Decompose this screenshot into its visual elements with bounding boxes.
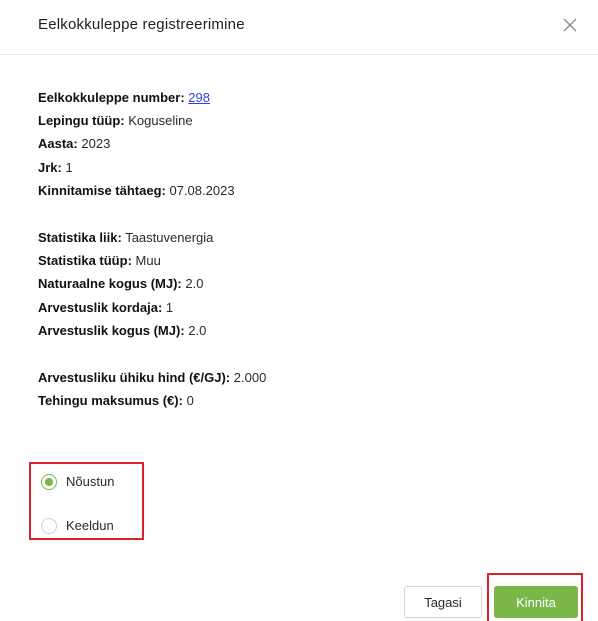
detail-label: Kinnitamise tähtaeg: (38, 182, 166, 198)
detail-stat-type: Statistika tüüp: Muu (38, 249, 558, 272)
detail-value: 2.000 (233, 369, 267, 385)
detail-stat-kind: Statistika liik: Taastuvenergia (38, 226, 558, 249)
detail-value: 2.0 (188, 322, 207, 338)
detail-year: Aasta: 2023 (38, 132, 558, 155)
detail-agreement-number: Eelkokkuleppe number: 298 (38, 86, 558, 109)
detail-contract-type: Lepingu tüüp: Koguseline (38, 109, 558, 132)
detail-label: Aasta: (38, 136, 78, 152)
confirm-button[interactable]: Kinnita (494, 586, 578, 618)
detail-label: Tehingu maksumus (€): (38, 393, 183, 409)
detail-label: Arvestuslik kordaja: (38, 299, 163, 315)
detail-unit-price: Arvestusliku ühiku hind (€/GJ): 2.000 (38, 366, 558, 389)
detail-label: Arvestuslik kogus (MJ): (38, 322, 185, 338)
detail-value: 1 (65, 159, 73, 175)
detail-label: Lepingu tüüp: (38, 113, 125, 129)
detail-value: Taastuvenergia (125, 229, 214, 245)
detail-label: Eelkokkuleppe number: (38, 90, 185, 105)
registration-dialog: Eelkokkuleppe registreerimine Eelkokkule… (0, 0, 598, 621)
decision-radio-group: Nõustun Keeldun (29, 462, 144, 540)
detail-value: 1 (165, 299, 174, 315)
back-button[interactable]: Tagasi (404, 586, 482, 618)
detail-value: Muu (135, 253, 161, 269)
dialog-title: Eelkokkuleppe registreerimine (38, 16, 245, 33)
agree-radio[interactable] (41, 474, 57, 490)
dialog-header: Eelkokkuleppe registreerimine (0, 0, 598, 55)
detail-transaction-cost: Tehingu maksumus (€): 0 (38, 389, 558, 412)
close-icon[interactable] (562, 17, 578, 33)
decline-radio[interactable] (41, 518, 57, 534)
detail-calc-qty: Arvestuslik kogus (MJ): 2.0 (38, 319, 558, 342)
decline-radio-label: Keeldun (66, 518, 114, 533)
detail-label: Arvestusliku ühiku hind (€/GJ): (38, 369, 231, 385)
detail-calc-factor: Arvestuslik kordaja: 1 (38, 296, 558, 319)
detail-deadline: Kinnitamise tähtaeg: 07.08.2023 (38, 179, 558, 202)
detail-label: Statistika liik: (38, 229, 122, 245)
detail-value: 2023 (81, 136, 111, 152)
detail-value: 07.08.2023 (169, 182, 235, 198)
detail-value: Koguseline (128, 113, 193, 129)
agreement-details: Eelkokkuleppe number: 298 Lepingu tüüp: … (38, 86, 558, 412)
detail-label: Naturaalne kogus (MJ): (38, 276, 182, 292)
detail-seq: Jrk: 1 (38, 156, 558, 179)
detail-label: Statistika tüüp: (38, 253, 132, 269)
detail-label: Jrk: (38, 159, 62, 175)
detail-natural-qty: Naturaalne kogus (MJ): 2.0 (38, 272, 558, 295)
detail-value: 0 (186, 393, 194, 409)
agree-radio-label: Nõustun (66, 474, 115, 489)
agreement-number-link[interactable]: 298 (188, 90, 210, 105)
detail-value: 2.0 (185, 276, 204, 292)
